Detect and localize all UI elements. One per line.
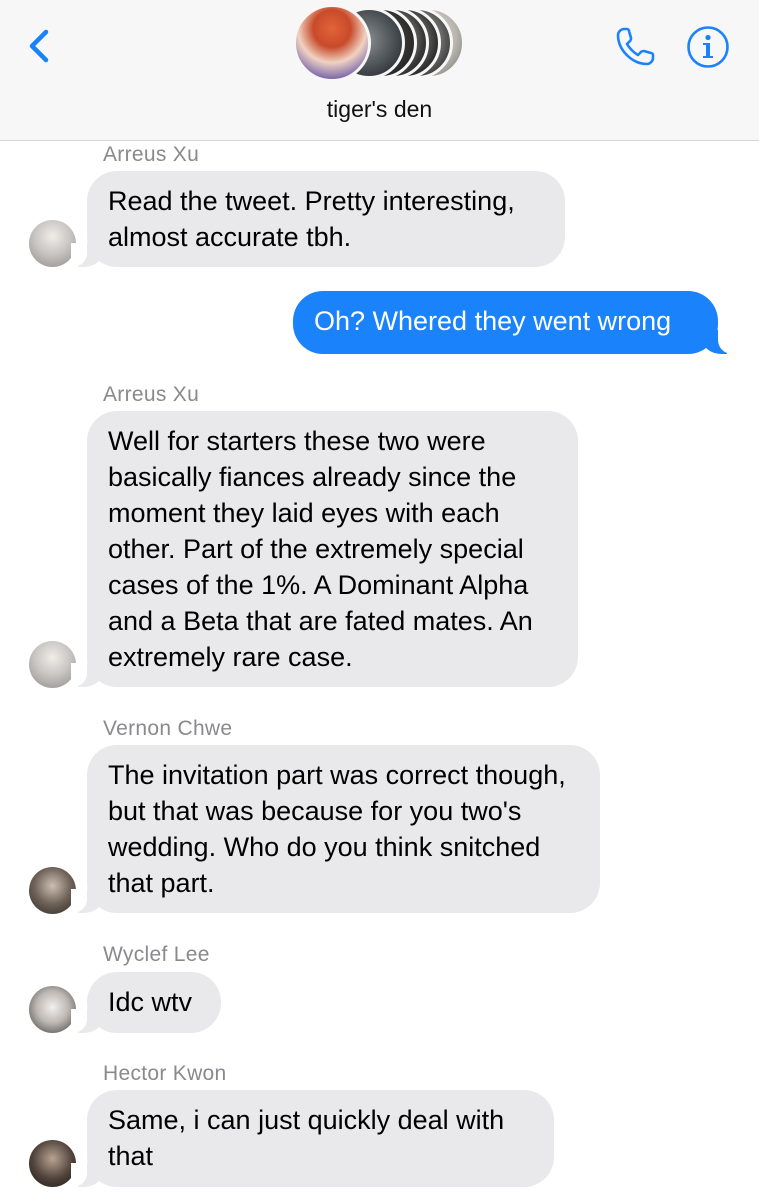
avatar [293, 4, 371, 82]
avatar[interactable] [29, 641, 76, 688]
message-bubble[interactable]: Same, i can just quickly deal with that [71, 1090, 554, 1187]
message-text: Well for starters these two were basical… [108, 426, 533, 672]
chevron-left-icon[interactable] [22, 24, 58, 68]
message-text: Same, i can just quickly deal with that [108, 1105, 505, 1171]
sender-name: Vernon Chwe [103, 717, 233, 740]
message-bubble-outgoing[interactable]: Oh? Whered they went wrong [293, 291, 734, 354]
message-bubble[interactable]: Idc wtv [71, 972, 221, 1033]
avatar[interactable] [29, 220, 76, 267]
message-text: Idc wtv [108, 987, 193, 1017]
sender-name: Arreus Xu [103, 383, 200, 406]
avatar[interactable] [29, 986, 76, 1033]
sender-name: Wyclef Lee [103, 943, 210, 966]
message-text: The invitation part was correct though, … [108, 760, 566, 898]
conversation-header: tiger's den [0, 0, 759, 141]
message-text: Read the tweet. Pretty interesting, almo… [108, 186, 515, 252]
message-text: Oh? Whered they went wrong [314, 306, 672, 336]
avatar[interactable] [29, 1140, 76, 1187]
message-bubble[interactable]: Well for starters these two were basical… [71, 411, 578, 687]
info-icon[interactable] [686, 25, 730, 69]
group-avatar-stack[interactable] [293, 3, 468, 83]
sender-name: Hector Kwon [103, 1062, 227, 1085]
sender-name: Arreus Xu [103, 143, 200, 166]
message-bubble[interactable]: Read the tweet. Pretty interesting, almo… [71, 171, 565, 267]
avatar[interactable] [29, 867, 76, 914]
phone-icon[interactable] [612, 24, 658, 70]
group-title[interactable]: tiger's den [0, 96, 759, 123]
message-bubble[interactable]: The invitation part was correct though, … [71, 745, 600, 913]
